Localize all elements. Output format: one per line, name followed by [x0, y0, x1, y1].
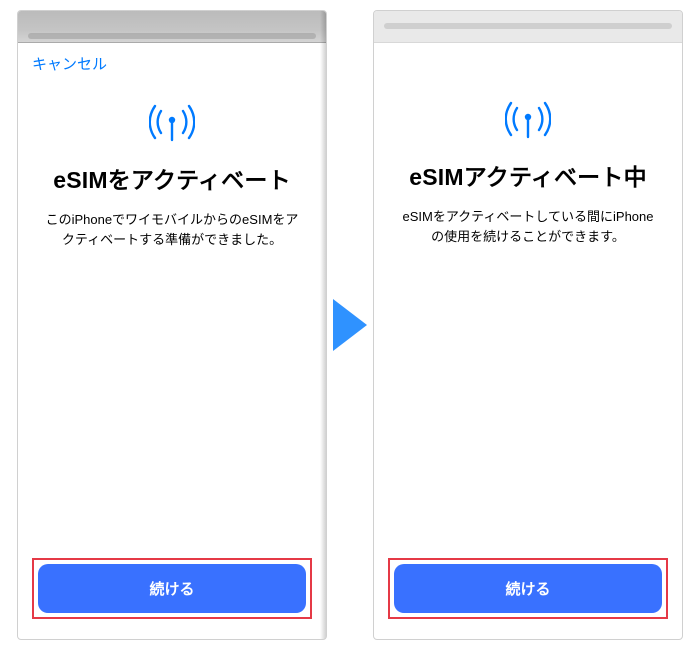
page-description: このiPhoneでワイモバイルからのeSIMをアクティベートする準備ができました… — [36, 210, 308, 249]
cancel-button[interactable]: キャンセル — [32, 53, 107, 74]
cellular-signal-icon — [505, 99, 551, 144]
page-title: eSIMアクティベート中 — [409, 162, 647, 193]
content-area: eSIMをアクティベート このiPhoneでワイモバイルからのeSIMをアクティ… — [18, 74, 326, 548]
nav-bar: キャンセル — [18, 43, 326, 74]
continue-button[interactable]: 続ける — [394, 564, 662, 613]
page-description: eSIMをアクティベートしている間にiPhoneの使用を続けることができます。 — [392, 207, 664, 246]
bottom-bar: 続ける — [374, 548, 682, 639]
highlight-frame: 続ける — [388, 558, 668, 619]
status-bar — [374, 11, 682, 43]
page-title: eSIMをアクティベート — [53, 165, 291, 196]
screen-right: eSIMアクティベート中 eSIMをアクティベートしている間にiPhoneの使用… — [373, 10, 683, 640]
cellular-signal-icon — [149, 102, 195, 147]
bottom-bar: 続ける — [18, 548, 326, 639]
screen-left: キャンセル eSIMをアクティベート このiPhoneでワイモバイルからのeSI… — [17, 10, 327, 640]
arrow-right-icon — [331, 293, 369, 357]
continue-button[interactable]: 続ける — [38, 564, 306, 613]
content-area: eSIMアクティベート中 eSIMをアクティベートしている間にiPhoneの使用… — [374, 71, 682, 548]
highlight-frame: 続ける — [32, 558, 312, 619]
nav-bar — [374, 43, 682, 71]
status-bar — [18, 11, 326, 43]
